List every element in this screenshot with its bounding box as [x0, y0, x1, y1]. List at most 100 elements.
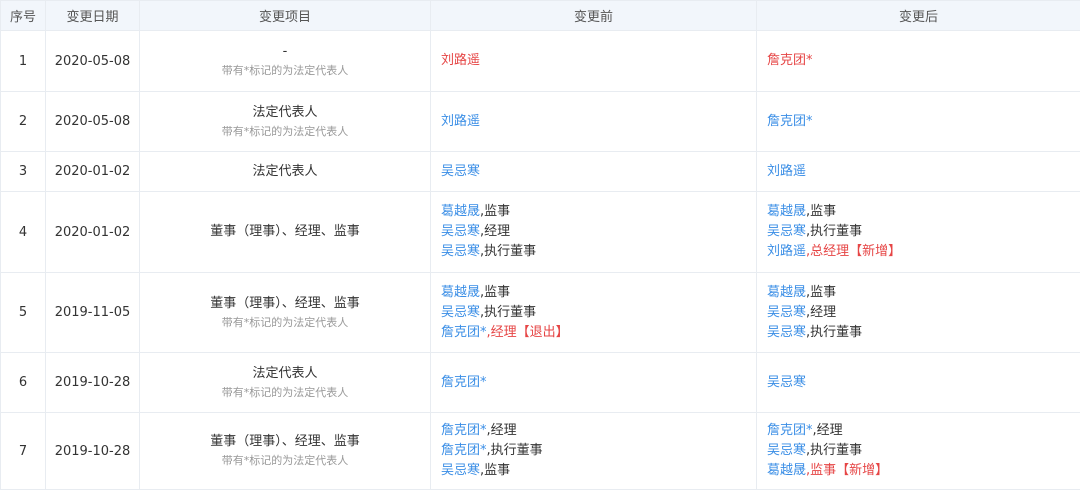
person-link[interactable]: 詹克团* — [767, 114, 813, 129]
role-text: ,监事 — [806, 204, 837, 219]
role-text: ,执行董事 — [480, 304, 537, 320]
row-index: 7 — [0, 412, 46, 490]
table-row: 5 2019-11-05 董事（理事）、经理、监事 带有*标记的为法定代表人 葛越晟,监… — [0, 272, 1080, 353]
before-entry: 吴忌寒,执行董事 — [441, 303, 756, 323]
change-item: 董事（理事）、经理、监事 带有*标记的为法定代表人 — [139, 412, 431, 490]
change-item: 法定代表人 — [139, 151, 431, 192]
person-link[interactable]: 葛越晟 — [767, 285, 806, 300]
person-link[interactable]: 吴忌寒 — [441, 463, 480, 478]
before-cell: 葛越晟,监事 吴忌寒,经理 吴忌寒,执行董事 — [430, 191, 757, 273]
person-link[interactable]: 葛越晟 — [441, 204, 480, 219]
legal-rep-note: 带有*标记的为法定代表人 — [221, 64, 349, 77]
person-link[interactable]: 刘路遥 — [767, 164, 806, 179]
role-text: ,经理 — [486, 423, 517, 438]
person-link[interactable]: 吴忌寒 — [767, 305, 806, 320]
header-before: 变更前 — [430, 0, 757, 31]
before-entry: 詹克团*,经理 — [441, 421, 756, 441]
person-link[interactable]: 吴忌寒 — [767, 443, 806, 458]
person-link[interactable]: 詹克团* — [441, 423, 487, 438]
after-entry: 吴忌寒,经理 — [767, 303, 1080, 323]
person-link[interactable]: 刘路遥 — [441, 114, 480, 129]
role-text: ,执行董事 — [480, 244, 537, 259]
role-text: ,监事 — [480, 284, 511, 300]
role-text: ,执行董事 — [806, 224, 863, 239]
after-entry: 吴忌寒,执行董事 — [767, 222, 1080, 242]
table-row: 7 2019-10-28 董事（理事）、经理、监事 带有*标记的为法定代表人 詹克团*,… — [0, 412, 1080, 490]
person-link[interactable]: 葛越晟 — [767, 463, 806, 478]
row-index: 1 — [0, 30, 46, 92]
change-item-label: 法定代表人 — [252, 365, 318, 381]
change-item-label: 董事（理事）、经理、监事 — [210, 224, 360, 239]
person-link[interactable]: 詹克团* — [441, 443, 487, 458]
table-row: 6 2019-10-28 法定代表人 带有*标记的为法定代表人 詹克团* 吴忌寒 — [0, 352, 1080, 413]
after-cell: 葛越晟,监事 吴忌寒,经理 吴忌寒,执行董事 — [756, 272, 1080, 353]
before-cell: 刘路遥 — [430, 30, 757, 92]
legal-rep-note: 带有*标记的为法定代表人 — [221, 454, 349, 467]
before-entry: 刘路遥 — [441, 112, 756, 132]
person-link[interactable]: 吴忌寒 — [441, 164, 480, 179]
before-entry: 吴忌寒 — [441, 162, 756, 182]
table-row: 2 2020-05-08 法定代表人 带有*标记的为法定代表人 刘路遥 詹克团* — [0, 91, 1080, 152]
before-entry: 刘路遥 — [441, 51, 756, 71]
role-text: ,执行董事 — [486, 443, 543, 458]
header-change-item: 变更项目 — [139, 0, 431, 31]
before-entry: 吴忌寒,经理 — [441, 222, 756, 242]
after-entry: 葛越晟,监事【新增】 — [767, 461, 1080, 481]
before-entry: 詹克团*,执行董事 — [441, 441, 756, 461]
row-index: 2 — [0, 91, 46, 152]
role-text: ,经理 — [480, 224, 511, 239]
row-index: 6 — [0, 352, 46, 413]
before-entry: 詹克团* — [441, 373, 756, 393]
after-cell: 詹克团* — [756, 30, 1080, 92]
after-entry: 詹克团* — [767, 112, 1080, 132]
person-link[interactable]: 詹克团* — [441, 325, 487, 340]
role-text: ,经理【退出】 — [486, 324, 569, 340]
role-text: ,监事 — [480, 204, 511, 219]
change-date: 2020-01-02 — [45, 151, 140, 192]
change-date: 2019-10-28 — [45, 412, 140, 490]
person-link[interactable]: 吴忌寒 — [441, 224, 480, 239]
person-link[interactable]: 吴忌寒 — [767, 224, 806, 239]
legal-rep-note: 带有*标记的为法定代表人 — [221, 124, 349, 138]
after-entry: 詹克团* — [767, 51, 1080, 71]
role-text: ,监事 — [480, 463, 511, 478]
person-link[interactable]: 葛越晟 — [441, 285, 480, 300]
person-link[interactable]: 詹克团* — [767, 423, 813, 438]
before-entry: 吴忌寒,监事 — [441, 461, 756, 481]
before-entry: 葛越晟,监事 — [441, 202, 756, 222]
after-cell: 葛越晟,监事 吴忌寒,执行董事 刘路遥,总经理【新增】 — [756, 191, 1080, 273]
person-link[interactable]: 葛越晟 — [767, 204, 806, 219]
row-index: 5 — [0, 272, 46, 353]
table-row: 3 2020-01-02 法定代表人 吴忌寒 刘路遥 — [0, 151, 1080, 192]
before-entry: 吴忌寒,执行董事 — [441, 242, 756, 262]
change-item-label: 法定代表人 — [252, 163, 318, 179]
change-date: 2019-11-05 — [45, 272, 140, 353]
person-link[interactable]: 吴忌寒 — [767, 375, 806, 390]
after-entry: 葛越晟,监事 — [767, 202, 1080, 222]
person-link: 詹克团* — [767, 53, 813, 68]
change-date: 2020-01-02 — [45, 191, 140, 273]
table-row: 4 2020-01-02 董事（理事）、经理、监事 葛越晟,监事 吴忌寒,经理 吴忌寒,执… — [0, 191, 1080, 273]
person-link[interactable]: 吴忌寒 — [441, 305, 480, 320]
before-cell: 葛越晟,监事 吴忌寒,执行董事 詹克团*,经理【退出】 — [430, 272, 757, 353]
legal-rep-note: 带有*标记的为法定代表人 — [221, 385, 349, 399]
after-entry: 吴忌寒,执行董事 — [767, 323, 1080, 343]
after-entry: 刘路遥 — [767, 162, 1080, 182]
change-item: 董事（理事）、经理、监事 — [139, 191, 431, 273]
before-entry: 葛越晟,监事 — [441, 283, 756, 303]
after-entry: 吴忌寒,执行董事 — [767, 441, 1080, 461]
person-link[interactable]: 吴忌寒 — [441, 244, 480, 259]
before-cell: 吴忌寒 — [430, 151, 757, 192]
change-records-table: 序号 变更日期 变更项目 变更前 变更后 1 2020-05-08 - 带有*标记的为… — [0, 0, 1080, 490]
before-cell: 詹克团* — [430, 352, 757, 413]
person-link[interactable]: 吴忌寒 — [767, 325, 806, 340]
header-change-date: 变更日期 — [45, 0, 140, 31]
after-entry: 葛越晟,监事 — [767, 283, 1080, 303]
change-date: 2019-10-28 — [45, 352, 140, 413]
after-cell: 吴忌寒 — [756, 352, 1080, 413]
change-item: 法定代表人带有*标记的为法定代表人 — [139, 352, 431, 413]
table-row: 1 2020-05-08 - 带有*标记的为法定代表人 刘路遥 詹克团* — [0, 30, 1080, 92]
change-item-label: 董事（理事）、经理、监事 — [210, 434, 360, 449]
person-link[interactable]: 刘路遥 — [767, 244, 806, 259]
person-link[interactable]: 詹克团* — [441, 375, 487, 390]
